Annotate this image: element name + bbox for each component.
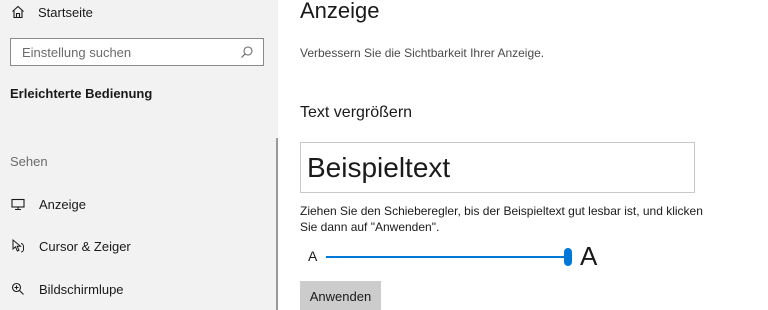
slider-instructions: Ziehen Sie den Schieberegler, bis der Be… xyxy=(300,204,703,234)
page-title: Anzeige xyxy=(300,0,380,23)
sidebar-item-cursor-zeiger[interactable]: Cursor & Zeiger xyxy=(10,236,131,256)
sidebar-item-label: Bildschirmlupe xyxy=(39,281,124,297)
display-icon xyxy=(10,196,26,212)
sidebar-item-anzeige[interactable]: Anzeige xyxy=(10,194,86,214)
home-nav-item[interactable]: Startseite xyxy=(10,2,93,22)
slider-thumb[interactable] xyxy=(564,248,572,266)
slider-max-label: A xyxy=(580,241,598,271)
sidebar-item-label: Cursor & Zeiger xyxy=(39,238,131,254)
settings-window: Startseite Erleichterte Bedienung Sehen … xyxy=(0,0,768,310)
home-label: Startseite xyxy=(38,4,93,20)
page-subtitle: Verbessern Sie die Sichtbarkeit Ihrer An… xyxy=(300,46,545,60)
sidebar-scrollbar[interactable] xyxy=(276,138,278,310)
magnifier-icon xyxy=(10,281,26,297)
sidebar: Startseite Erleichterte Bedienung Sehen … xyxy=(0,0,278,310)
cursor-icon xyxy=(10,238,26,254)
category-heading: Erleichterte Bedienung xyxy=(10,86,153,101)
group-label-sehen: Sehen xyxy=(10,154,48,169)
text-size-slider[interactable]: A A xyxy=(300,241,610,271)
slider-fill xyxy=(326,256,568,258)
sample-text: Beispieltext xyxy=(307,152,451,183)
slider-min-label: A xyxy=(308,248,318,264)
search-input[interactable] xyxy=(11,44,240,60)
search-icon[interactable] xyxy=(240,45,254,59)
sample-text-preview: Beispieltext xyxy=(300,142,695,193)
sidebar-item-bildschirmlupe[interactable]: Bildschirmlupe xyxy=(10,279,124,299)
sidebar-item-label: Anzeige xyxy=(39,196,86,212)
apply-button[interactable]: Anwenden xyxy=(300,281,381,310)
text-size-heading: Text vergrößern xyxy=(300,104,413,121)
home-icon xyxy=(10,4,26,20)
slider-track[interactable] xyxy=(326,248,572,266)
search-box[interactable] xyxy=(10,38,264,66)
